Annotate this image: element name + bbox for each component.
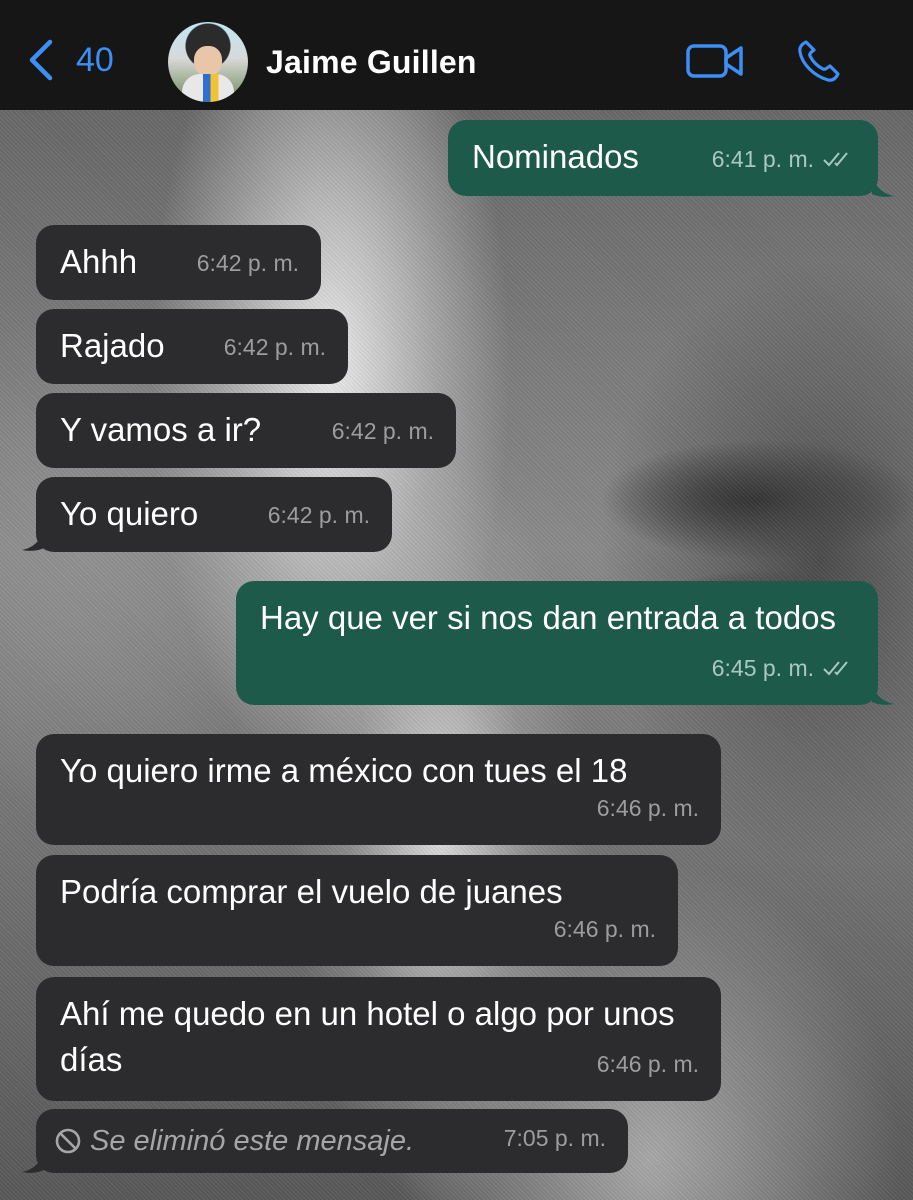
message-time: 7:05 p. m.	[503, 1125, 606, 1151]
message-text: Hay que ver si nos dan entrada a todos	[260, 599, 837, 636]
message-text: Ahí me quedo en un hotel o algo por unos…	[60, 995, 675, 1078]
chevron-left-icon	[29, 39, 53, 81]
unread-count: 40	[76, 40, 114, 79]
message-time: 6:42 p. m.	[196, 250, 299, 276]
message-text: Y vamos a ir?	[60, 411, 262, 448]
message-time: 6:46 p. m.	[596, 1051, 699, 1077]
message-text: Nominados	[472, 138, 639, 175]
bubble-tail	[22, 530, 44, 551]
deleted-message-bubble[interactable]: Se eliminó este mensaje. 7:05 p. m.	[36, 1109, 628, 1173]
message-text: Podría comprar el vuelo de juanes	[60, 873, 563, 910]
bubble-tail	[872, 684, 894, 705]
deleted-message-notice: Se eliminó este mensaje.	[54, 1118, 414, 1164]
message-text: Yo quiero	[60, 495, 199, 532]
message-bubble-incoming[interactable]: Yo quiero irme a méxico con tues el 18 6…	[36, 734, 721, 845]
message-time: 6:42 p. m.	[267, 502, 370, 528]
message-bubble-incoming[interactable]: Ahhh 6:42 p. m.	[36, 225, 321, 300]
message-time: 6:46 p. m.	[553, 916, 656, 942]
message-time: 6:42 p. m.	[331, 418, 434, 444]
read-receipt-icon	[823, 152, 848, 167]
contact-name[interactable]: Jaime Guillen	[266, 44, 477, 81]
message-time: 6:41 p. m.	[711, 146, 814, 172]
chat-header: 40 Jaime Guillen	[0, 0, 913, 110]
phone-icon[interactable]	[796, 38, 844, 84]
prohibited-icon	[55, 1128, 81, 1154]
message-bubble-incoming[interactable]: Ahí me quedo en un hotel o algo por unos…	[36, 977, 721, 1101]
message-bubble-incoming[interactable]: Podría comprar el vuelo de juanes 6:46 p…	[36, 855, 678, 966]
message-meta: 6:45 p. m.	[712, 645, 856, 691]
message-bubble-outgoing[interactable]: Nominados 6:41 p. m.	[448, 120, 878, 196]
message-bubble-incoming[interactable]: Y vamos a ir? 6:42 p. m.	[36, 393, 456, 468]
message-bubble-incoming[interactable]: Yo quiero 6:42 p. m.	[36, 477, 392, 552]
deleted-message-text: Se eliminó este mensaje.	[90, 1125, 414, 1157]
message-bubble-outgoing[interactable]: Hay que ver si nos dan entrada a todos 6…	[236, 581, 878, 705]
message-time: 6:42 p. m.	[223, 334, 326, 360]
message-time: 6:45 p. m.	[711, 655, 814, 681]
message-text: Rajado	[60, 327, 165, 364]
back-button[interactable]: 40	[28, 38, 114, 82]
message-bubble-incoming[interactable]: Rajado 6:42 p. m.	[36, 309, 348, 384]
message-meta: 6:41 p. m.	[712, 136, 856, 182]
read-receipt-icon	[823, 661, 848, 676]
bubble-tail	[872, 176, 894, 197]
message-text: Ahhh	[60, 243, 138, 280]
video-camera-icon[interactable]	[686, 42, 744, 80]
bubble-tail	[22, 1152, 44, 1173]
contact-avatar[interactable]	[168, 22, 248, 102]
message-time: 6:46 p. m.	[596, 795, 699, 821]
message-text: Yo quiero irme a méxico con tues el 18	[60, 752, 628, 789]
